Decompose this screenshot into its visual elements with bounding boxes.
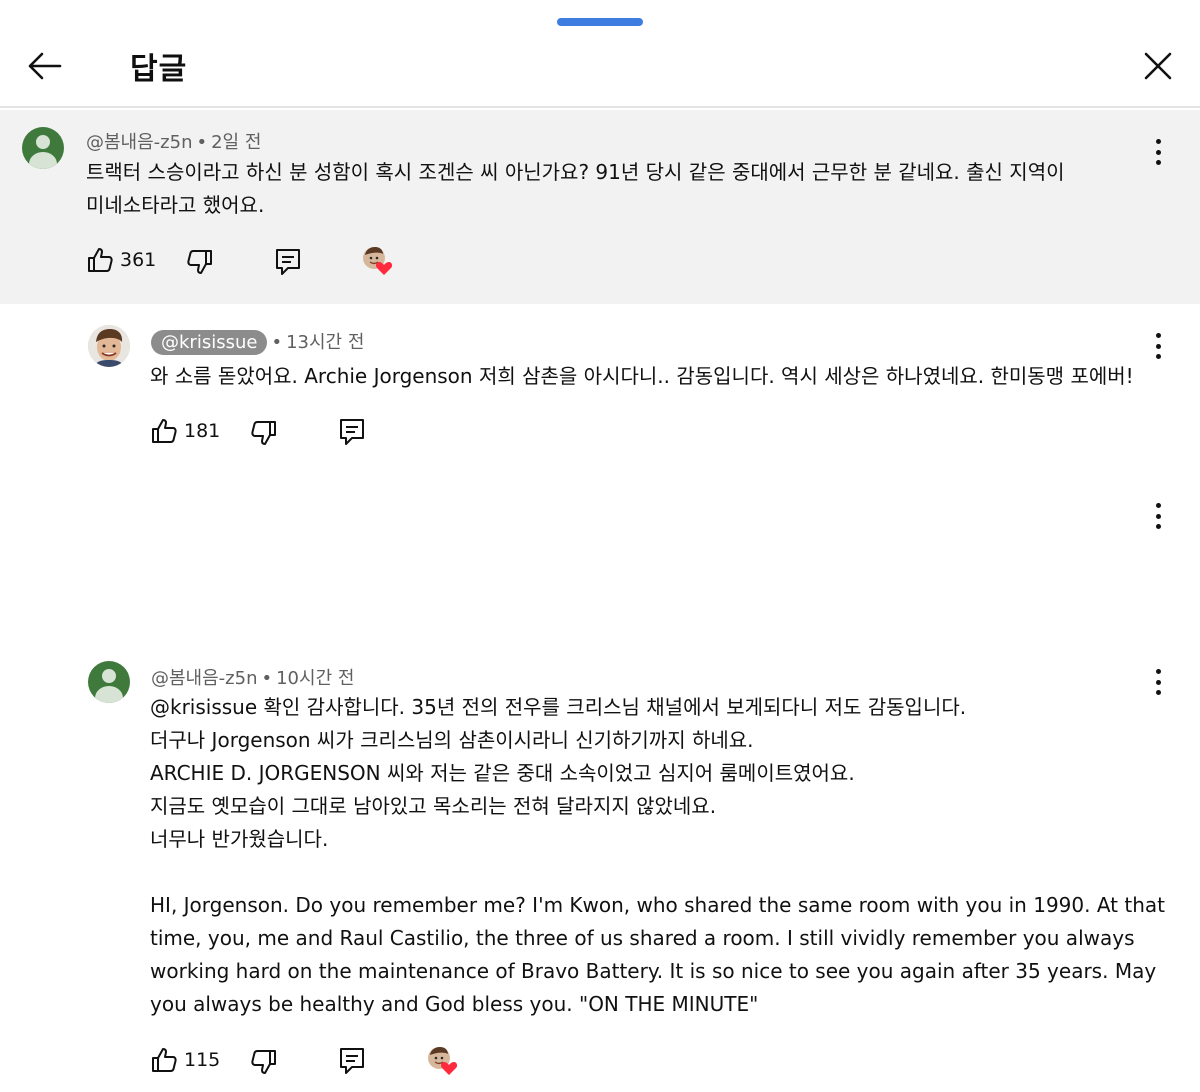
comment-line: working hard on the maintenance of Bravo… bbox=[150, 959, 1157, 983]
meta-separator: • bbox=[196, 132, 208, 153]
comment-line: 너무나 반가웠습니다. bbox=[150, 827, 329, 851]
creator-heart-icon bbox=[363, 247, 393, 275]
meta-separator: • bbox=[271, 332, 283, 353]
avatar-head bbox=[102, 669, 116, 683]
close-button[interactable] bbox=[1136, 44, 1180, 88]
thumbs-up-icon bbox=[88, 248, 113, 272]
comment-line: time, you, me and Raul Castilio, the thr… bbox=[150, 926, 1135, 950]
creator-heart-badge bbox=[427, 1046, 458, 1076]
like-button[interactable]: 115 bbox=[150, 1046, 220, 1074]
comment-author[interactable]: @봄내음-z5n bbox=[86, 132, 192, 153]
reply-button[interactable] bbox=[338, 417, 366, 447]
comment-line bbox=[150, 856, 1165, 889]
avatar[interactable] bbox=[22, 127, 64, 169]
back-button[interactable] bbox=[22, 44, 66, 88]
like-count: 361 bbox=[120, 249, 157, 271]
comment-time: 10시간 전 bbox=[276, 668, 355, 689]
comment-text: 트랙터 스승이라고 하신 분 성함이 혹시 조겐슨 씨 아닌가요? 91년 당시… bbox=[86, 156, 1065, 222]
creator-heart-icon bbox=[428, 1047, 458, 1075]
dislike-button[interactable] bbox=[186, 248, 214, 276]
comment-line: 트랙터 스승이라고 하신 분 성함이 혹시 조겐슨 씨 아닌가요? 91년 당시… bbox=[86, 160, 1065, 184]
reply-button[interactable] bbox=[274, 247, 302, 277]
page-title: 답글 bbox=[130, 52, 188, 87]
more-options-button[interactable] bbox=[1146, 500, 1170, 532]
comment-line: 미네소타라고 했어요. bbox=[86, 193, 265, 217]
thumbs-up-icon bbox=[152, 1048, 177, 1072]
comment-line: ARCHIE D. JORGENSON 씨와 저는 같은 중대 소속이었고 심지… bbox=[150, 761, 855, 785]
comment-icon bbox=[340, 419, 364, 445]
comment-line: 지금도 옛모습이 그대로 남아있고 목소리는 전혀 달라지지 않았네요. bbox=[150, 794, 717, 818]
avatar[interactable] bbox=[88, 325, 130, 367]
comment-author[interactable]: @봄내음-z5n bbox=[151, 668, 257, 689]
dislike-button[interactable] bbox=[250, 1048, 278, 1076]
parent-comment: @봄내음-z5n • 2일 전 트랙터 스승이라고 하신 분 성함이 혹시 조겐슨 … bbox=[0, 110, 1200, 304]
dislike-button[interactable] bbox=[250, 419, 278, 447]
comment-icon bbox=[340, 1048, 364, 1074]
comment-line: HI, Jorgenson. Do you remember me? I'm K… bbox=[150, 893, 1165, 917]
thumbs-down-icon bbox=[251, 1050, 276, 1074]
comment-text: @krisissue 확인 감사합니다. 35년 전의 전우를 크리스님 채널에… bbox=[150, 691, 1165, 1021]
comment-line: 더구나 Jorgenson 씨가 크리스님의 삼촌이시라니 신기하기까지 하네요… bbox=[150, 728, 754, 752]
creator-handle-chip[interactable]: @krisissue bbox=[151, 330, 268, 355]
reply-button[interactable] bbox=[338, 1046, 366, 1076]
more-options-button[interactable] bbox=[1146, 330, 1170, 362]
avatar[interactable] bbox=[88, 661, 130, 703]
like-button[interactable]: 181 bbox=[150, 417, 220, 445]
thumbs-up-icon bbox=[152, 419, 177, 443]
comment-line: 와 소름 돋았어요. Archie Jorgenson 저희 삼촌을 아시다니.… bbox=[150, 364, 1134, 388]
comment-text: 와 소름 돋았어요. Archie Jorgenson 저희 삼촌을 아시다니.… bbox=[150, 360, 1134, 393]
arrow-left-icon bbox=[28, 52, 62, 80]
thumbs-down-icon bbox=[251, 421, 276, 445]
more-options-button[interactable] bbox=[1146, 666, 1170, 698]
comment-meta: @krisissue • 13시간 전 bbox=[151, 328, 364, 355]
avatar-body bbox=[95, 686, 123, 703]
avatar-photo bbox=[88, 325, 130, 367]
comment-meta: @봄내음-z5n • 2일 전 bbox=[86, 128, 261, 154]
comment-time: 2일 전 bbox=[211, 132, 262, 153]
close-icon bbox=[1144, 52, 1172, 80]
replies-header: 답글 bbox=[0, 0, 1200, 108]
comment-icon bbox=[276, 249, 300, 275]
avatar-head bbox=[36, 135, 50, 149]
meta-separator: • bbox=[261, 668, 273, 689]
comment-meta: @봄내음-z5n • 10시간 전 bbox=[151, 664, 354, 690]
thumbs-down-icon bbox=[187, 250, 212, 274]
creator-heart-badge bbox=[362, 246, 393, 276]
comment-time: 13시간 전 bbox=[286, 332, 365, 353]
like-count: 115 bbox=[184, 1049, 221, 1071]
avatar-body bbox=[29, 152, 57, 169]
comment-line: @krisissue 확인 감사합니다. 35년 전의 전우를 크리스님 채널에… bbox=[150, 695, 967, 719]
more-options-button[interactable] bbox=[1146, 136, 1170, 168]
like-count: 181 bbox=[184, 420, 221, 442]
comment-line: you always be healthy and God bless you.… bbox=[150, 992, 759, 1016]
like-button[interactable]: 361 bbox=[86, 246, 156, 274]
